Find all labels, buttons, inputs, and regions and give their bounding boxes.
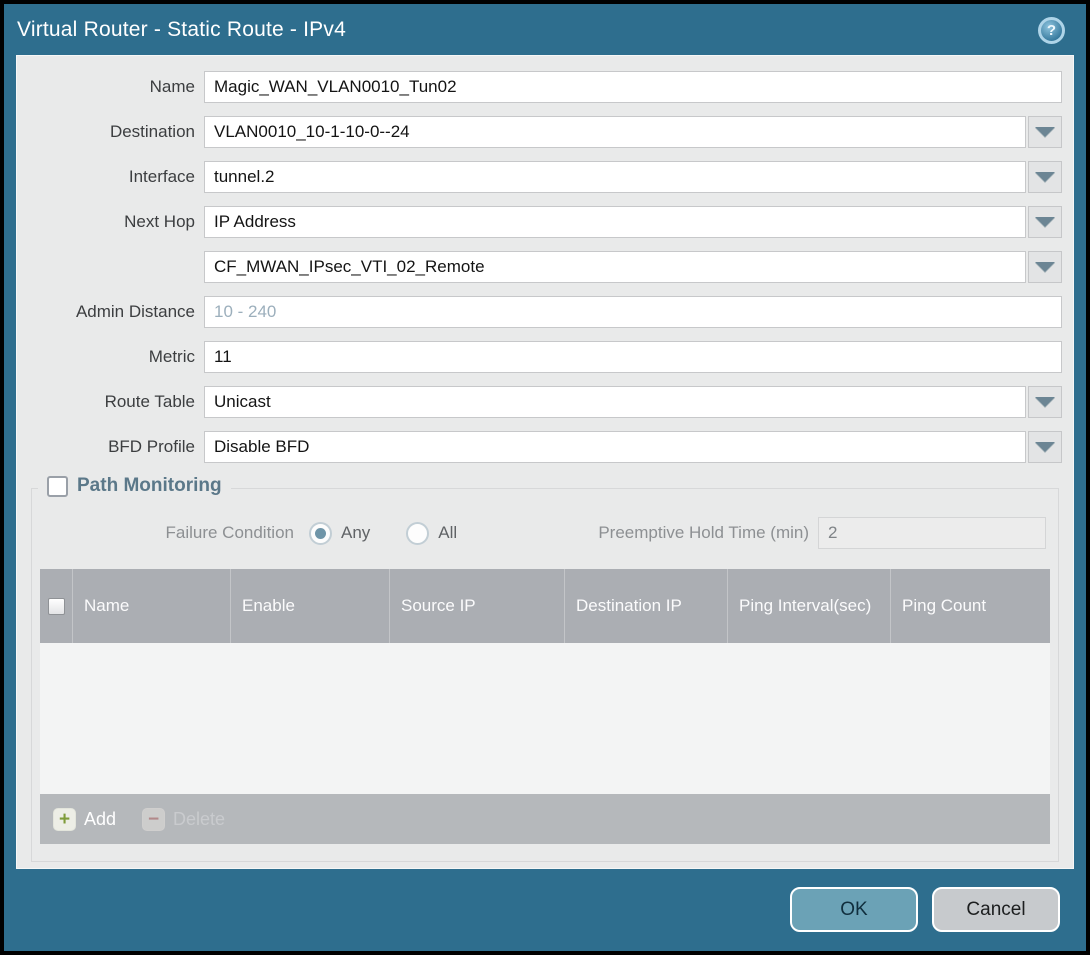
bfd-profile-dropdown-button[interactable] — [1028, 431, 1062, 463]
dialog-body: Name Destination Interface — [16, 55, 1074, 869]
interface-input[interactable] — [204, 161, 1026, 193]
help-icon[interactable]: ? — [1038, 17, 1065, 44]
chevron-down-icon — [1035, 127, 1055, 137]
interface-label: Interface — [17, 167, 204, 187]
failure-condition-any-radio[interactable]: Any — [309, 522, 370, 545]
form-row-admin-distance: Admin Distance — [17, 296, 1073, 328]
chevron-down-icon — [1035, 217, 1055, 227]
select-all-checkbox[interactable] — [48, 598, 65, 615]
route-table-input[interactable] — [204, 386, 1026, 418]
delete-button-label: Delete — [173, 809, 225, 830]
metric-label: Metric — [17, 347, 204, 367]
next-hop-type-input[interactable] — [204, 206, 1026, 238]
path-monitoring-title: Path Monitoring — [77, 475, 222, 497]
path-monitoring-table-actions: + Add − Delete — [40, 794, 1050, 844]
admin-distance-input[interactable] — [204, 296, 1062, 328]
route-table-label: Route Table — [17, 392, 204, 412]
radio-any-label: Any — [341, 523, 370, 543]
name-label: Name — [17, 77, 204, 97]
dialog-frame: Virtual Router - Static Route - IPv4 ? N… — [4, 4, 1086, 951]
radio-all-label: All — [438, 523, 457, 543]
header-checkbox-cell — [40, 569, 73, 643]
failure-condition-row: Failure Condition Any All Preemptive Hol… — [32, 516, 1058, 550]
next-hop-address-input[interactable] — [204, 251, 1026, 283]
delete-button[interactable]: − Delete — [142, 808, 225, 831]
form-row-next-hop: Next Hop — [17, 206, 1073, 238]
column-header-destination-ip: Destination IP — [565, 569, 728, 643]
failure-condition-all-radio[interactable]: All — [406, 522, 457, 545]
form-row-metric: Metric — [17, 341, 1073, 373]
path-monitoring-legend: Path Monitoring — [38, 475, 231, 497]
path-monitoring-table-body — [40, 643, 1050, 794]
radio-selected-icon — [309, 522, 332, 545]
bfd-profile-label: BFD Profile — [17, 437, 204, 457]
dialog-title: Virtual Router - Static Route - IPv4 — [17, 4, 346, 54]
form-row-route-table: Route Table — [17, 386, 1073, 418]
path-monitoring-checkbox[interactable] — [47, 476, 68, 497]
form-row-interface: Interface — [17, 161, 1073, 193]
path-monitoring-table: Name Enable Source IP Destination IP Pin… — [40, 569, 1050, 844]
bfd-profile-input[interactable] — [204, 431, 1026, 463]
admin-distance-label: Admin Distance — [17, 302, 204, 322]
form-row-bfd-profile: BFD Profile — [17, 431, 1073, 463]
column-header-enable: Enable — [231, 569, 390, 643]
ok-button[interactable]: OK — [790, 887, 918, 932]
destination-label: Destination — [17, 122, 204, 142]
add-button[interactable]: + Add — [53, 808, 116, 831]
column-header-source-ip: Source IP — [390, 569, 565, 643]
preemptive-hold-time-input[interactable] — [818, 517, 1046, 549]
next-hop-type-dropdown-button[interactable] — [1028, 206, 1062, 238]
form-row-name: Name — [17, 71, 1073, 103]
destination-input[interactable] — [204, 116, 1026, 148]
cancel-button[interactable]: Cancel — [932, 887, 1060, 932]
route-table-dropdown-button[interactable] — [1028, 386, 1062, 418]
column-header-name: Name — [73, 569, 231, 643]
help-question-glyph: ? — [1047, 22, 1056, 39]
metric-input[interactable] — [204, 341, 1062, 373]
preemptive-hold-time-label: Preemptive Hold Time (min) — [598, 523, 818, 543]
chevron-down-icon — [1035, 262, 1055, 272]
path-monitoring-section: Path Monitoring Failure Condition Any Al… — [31, 488, 1059, 862]
next-hop-address-dropdown-button[interactable] — [1028, 251, 1062, 283]
column-header-ping-interval: Ping Interval(sec) — [728, 569, 891, 643]
failure-condition-label: Failure Condition — [32, 523, 309, 543]
add-icon: + — [53, 808, 76, 831]
destination-dropdown-button[interactable] — [1028, 116, 1062, 148]
chevron-down-icon — [1035, 442, 1055, 452]
minus-icon: − — [142, 808, 165, 831]
radio-unselected-icon — [406, 522, 429, 545]
column-header-ping-count: Ping Count — [891, 569, 1050, 643]
next-hop-label: Next Hop — [17, 212, 204, 232]
chevron-down-icon — [1035, 397, 1055, 407]
add-button-label: Add — [84, 809, 116, 830]
form-row-destination: Destination — [17, 116, 1073, 148]
name-input[interactable] — [204, 71, 1062, 103]
form-row-next-hop-address — [17, 251, 1073, 283]
interface-dropdown-button[interactable] — [1028, 161, 1062, 193]
chevron-down-icon — [1035, 172, 1055, 182]
path-monitoring-table-header: Name Enable Source IP Destination IP Pin… — [40, 569, 1050, 643]
